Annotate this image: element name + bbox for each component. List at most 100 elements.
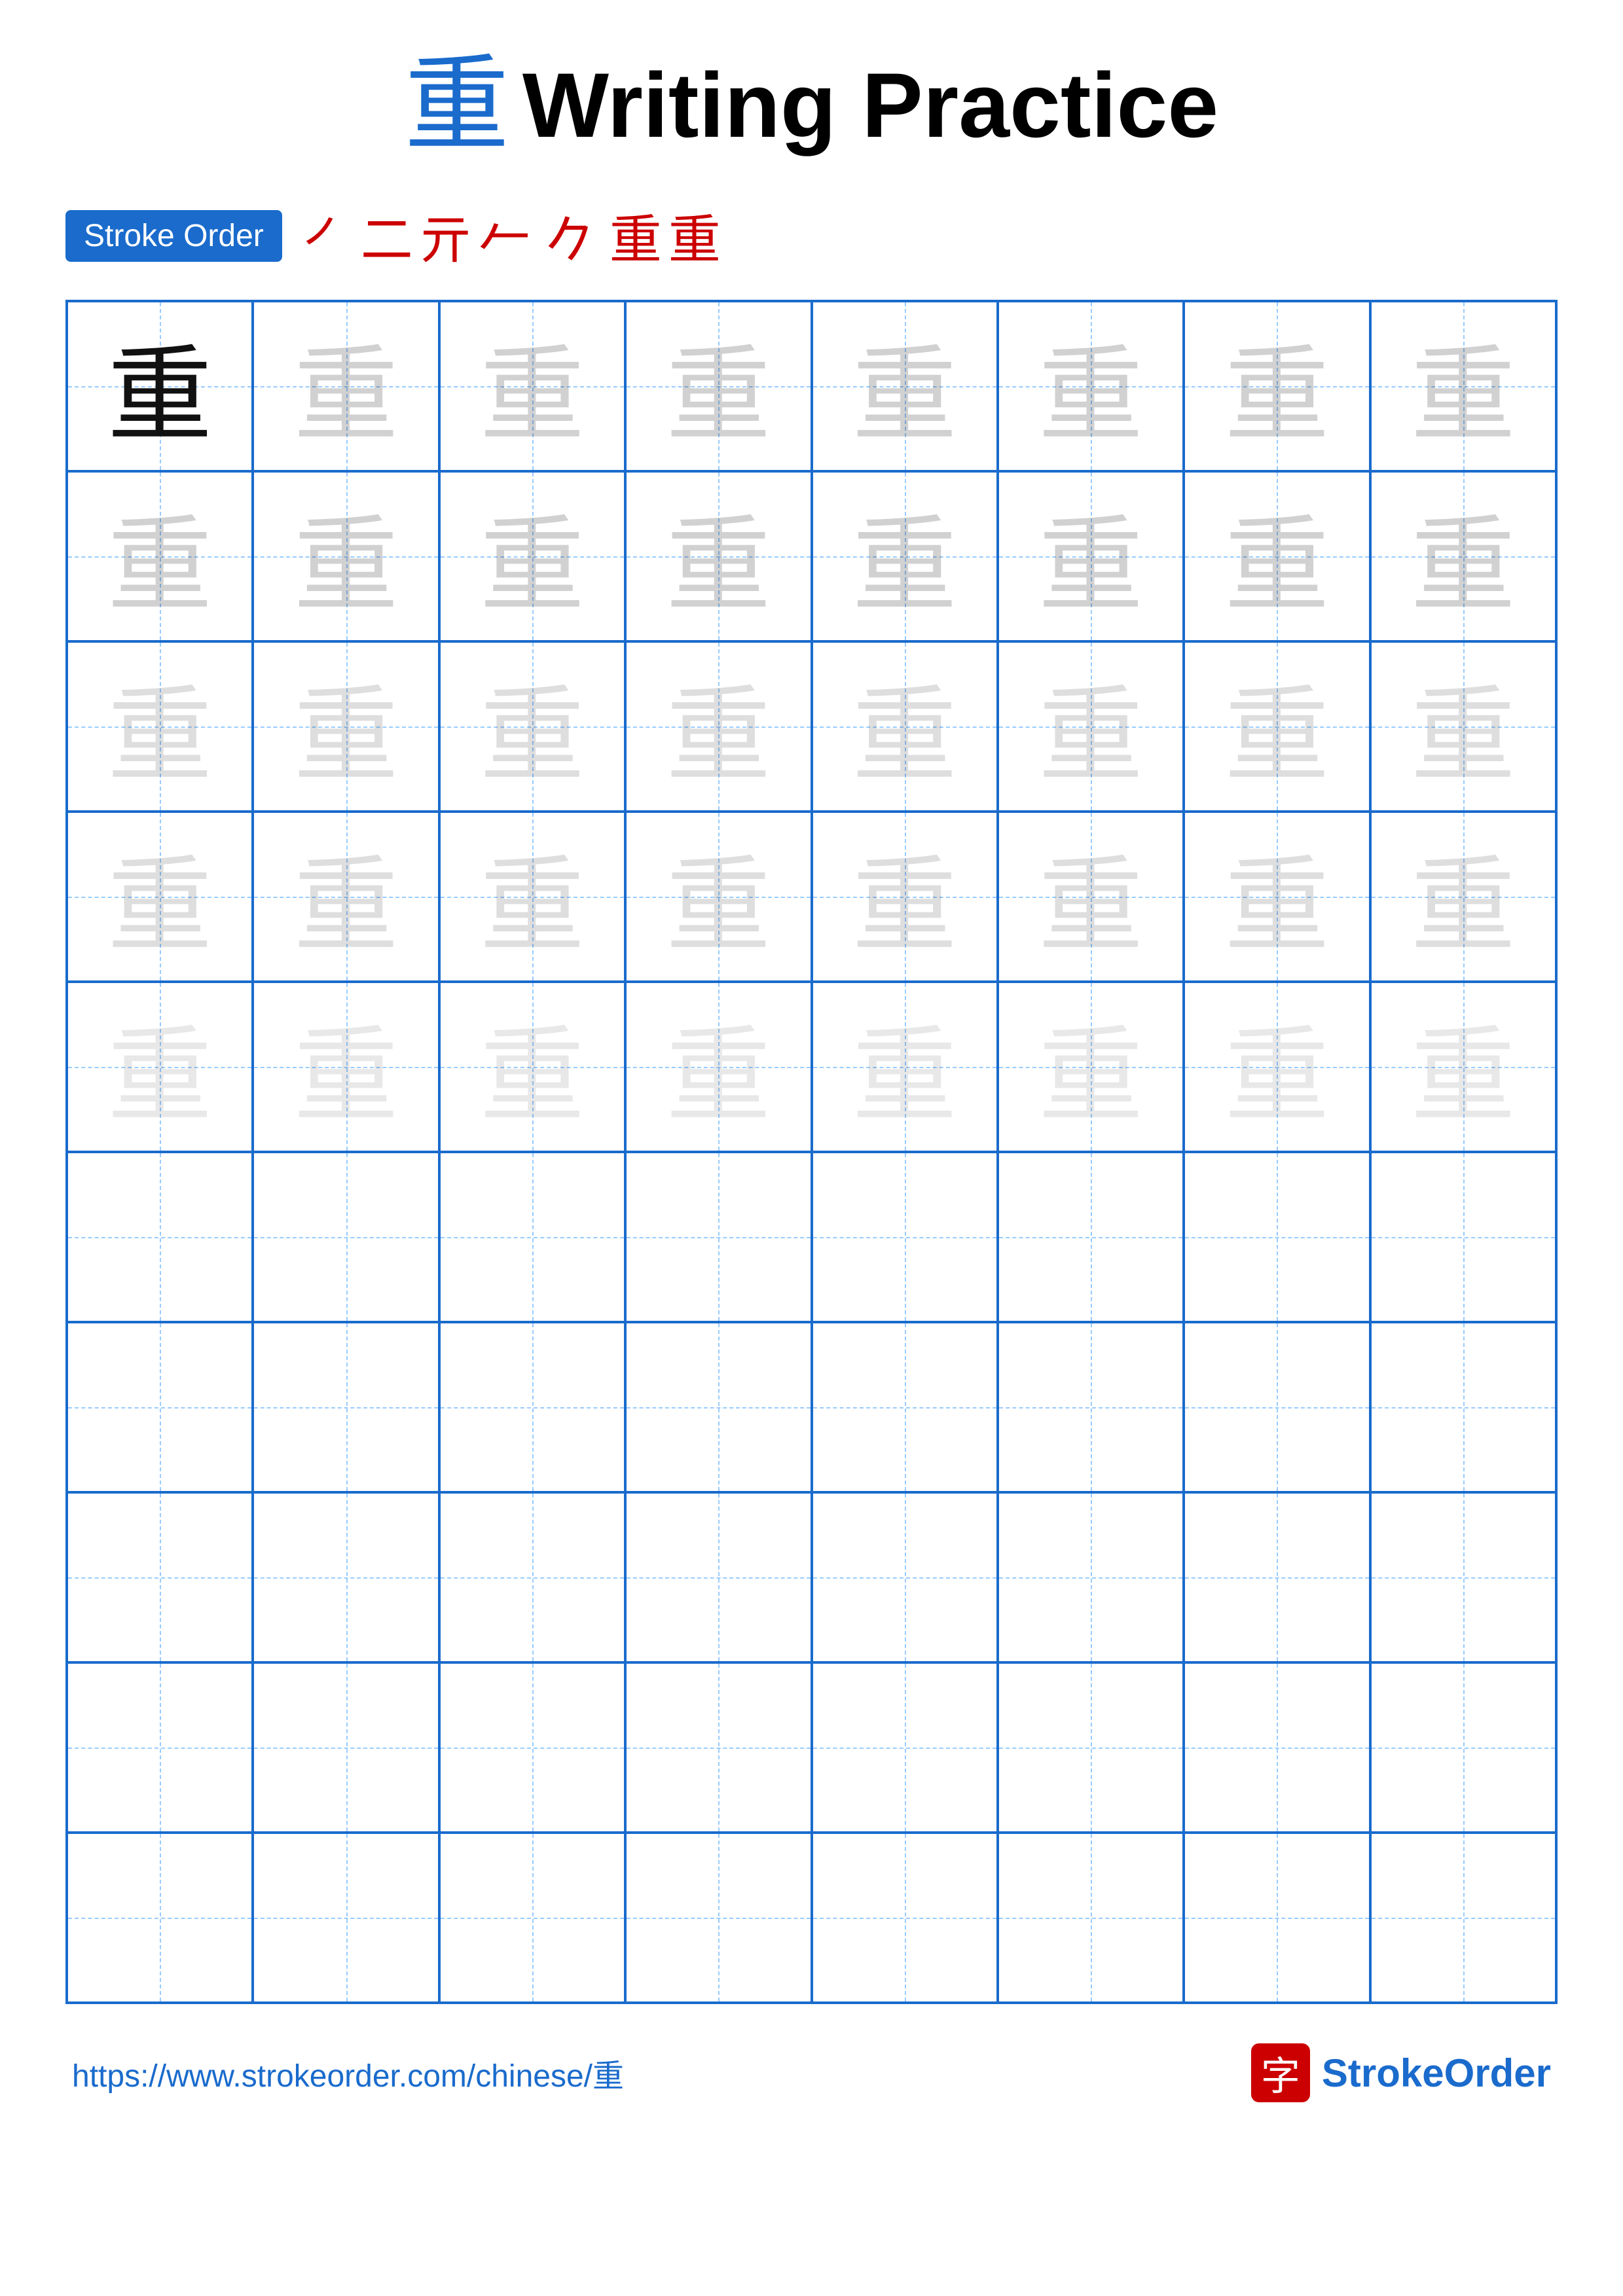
grid-cell-r7c8[interactable] (1370, 1322, 1556, 1492)
grid-cell-r4c4[interactable]: 重 (625, 812, 811, 982)
grid-cell-r4c2[interactable]: 重 (253, 812, 439, 982)
cell-char-r4c3: 重 (480, 821, 585, 973)
grid-cell-r2c4[interactable]: 重 (625, 471, 811, 641)
brand-icon: 字 (1251, 2043, 1310, 2102)
grid-cell-r2c6[interactable]: 重 (998, 471, 1184, 641)
grid-cell-r3c6[interactable]: 重 (998, 641, 1184, 812)
grid-cell-r1c5[interactable]: 重 (812, 301, 998, 471)
grid-cell-r3c8[interactable]: 重 (1370, 641, 1556, 812)
grid-cell-r4c1[interactable]: 重 (67, 812, 253, 982)
grid-cell-r6c1[interactable] (67, 1152, 253, 1322)
cell-char-r3c5: 重 (852, 651, 957, 802)
grid-cell-r7c4[interactable] (625, 1322, 811, 1492)
stroke-9: 重 (668, 198, 721, 274)
grid-cell-r7c1[interactable] (67, 1322, 253, 1492)
grid-cell-r10c4[interactable] (625, 1833, 811, 2003)
cell-char-r3c4: 重 (666, 651, 771, 802)
grid-cell-r9c6[interactable] (998, 1662, 1184, 1833)
grid-cell-r5c6[interactable]: 重 (998, 982, 1184, 1152)
grid-cell-r9c4[interactable] (625, 1662, 811, 1833)
grid-cell-r6c3[interactable] (439, 1152, 625, 1322)
grid-cell-r6c5[interactable] (812, 1152, 998, 1322)
grid-cell-r9c3[interactable] (439, 1662, 625, 1833)
cell-char-r1c8: 重 (1411, 310, 1516, 462)
grid-cell-r5c2[interactable]: 重 (253, 982, 439, 1152)
grid-cell-r7c6[interactable] (998, 1322, 1184, 1492)
grid-cell-r10c5[interactable] (812, 1833, 998, 2003)
grid-cell-r7c3[interactable] (439, 1322, 625, 1492)
grid-cell-r9c1[interactable] (67, 1662, 253, 1833)
grid-cell-r6c4[interactable] (625, 1152, 811, 1322)
grid-cell-r4c6[interactable]: 重 (998, 812, 1184, 982)
grid-cell-r9c5[interactable] (812, 1662, 998, 1833)
grid-cell-r1c1[interactable]: 重 (67, 301, 253, 471)
cell-char-r2c4: 重 (666, 480, 771, 632)
grid-cell-r6c6[interactable] (998, 1152, 1184, 1322)
grid-cell-r4c8[interactable]: 重 (1370, 812, 1556, 982)
cell-char-r1c4: 重 (666, 310, 771, 462)
grid-cell-r5c1[interactable]: 重 (67, 982, 253, 1152)
grid-cell-r10c8[interactable] (1370, 1833, 1556, 2003)
footer-url[interactable]: https://www.strokeorder.com/chinese/重 (72, 2050, 624, 2096)
grid-cell-r1c6[interactable]: 重 (998, 301, 1184, 471)
grid-cell-r5c4[interactable]: 重 (625, 982, 811, 1152)
grid-cell-r3c7[interactable]: 重 (1184, 641, 1370, 812)
grid-cell-r4c3[interactable]: 重 (439, 812, 625, 982)
cell-char-r2c7: 重 (1224, 480, 1329, 632)
grid-cell-r5c7[interactable]: 重 (1184, 982, 1370, 1152)
grid-cell-r8c4[interactable] (625, 1492, 811, 1662)
grid-cell-r3c1[interactable]: 重 (67, 641, 253, 812)
grid-cell-r3c2[interactable]: 重 (253, 641, 439, 812)
grid-cell-r2c3[interactable]: 重 (439, 471, 625, 641)
stroke-1: ㇒ (302, 198, 354, 274)
grid-cell-r2c5[interactable]: 重 (812, 471, 998, 641)
grid-cell-r8c6[interactable] (998, 1492, 1184, 1662)
grid-cell-r5c5[interactable]: 重 (812, 982, 998, 1152)
grid-cell-r6c7[interactable] (1184, 1152, 1370, 1322)
cell-char-r5c1: 重 (107, 991, 212, 1143)
grid-cell-r10c3[interactable] (439, 1833, 625, 2003)
stroke-2: 二 (361, 198, 413, 274)
grid-cell-r9c7[interactable] (1184, 1662, 1370, 1833)
grid-cell-r3c4[interactable]: 重 (625, 641, 811, 812)
grid-cell-r2c1[interactable]: 重 (67, 471, 253, 641)
grid-cell-r1c4[interactable]: 重 (625, 301, 811, 471)
grid-cell-r6c2[interactable] (253, 1152, 439, 1322)
stroke-8: 重 (610, 198, 662, 274)
grid-cell-r4c7[interactable]: 重 (1184, 812, 1370, 982)
grid-cell-r3c3[interactable]: 重 (439, 641, 625, 812)
grid-cell-r7c2[interactable] (253, 1322, 439, 1492)
cell-char-r2c5: 重 (852, 480, 957, 632)
grid-cell-r9c2[interactable] (253, 1662, 439, 1833)
grid-cell-r2c7[interactable]: 重 (1184, 471, 1370, 641)
title-row: 重 Writing Practice (405, 52, 1218, 158)
grid-cell-r6c8[interactable] (1370, 1152, 1556, 1322)
grid-cell-r5c8[interactable]: 重 (1370, 982, 1556, 1152)
grid-cell-r8c3[interactable] (439, 1492, 625, 1662)
grid-cell-r8c2[interactable] (253, 1492, 439, 1662)
grid-cell-r8c1[interactable] (67, 1492, 253, 1662)
grid-cell-r2c2[interactable]: 重 (253, 471, 439, 641)
grid-cell-r10c1[interactable] (67, 1833, 253, 2003)
grid-cell-r8c5[interactable] (812, 1492, 998, 1662)
grid-cell-r2c8[interactable]: 重 (1370, 471, 1556, 641)
grid-cell-r9c8[interactable] (1370, 1662, 1556, 1833)
grid-cell-r3c5[interactable]: 重 (812, 641, 998, 812)
grid-cell-r5c3[interactable]: 重 (439, 982, 625, 1152)
grid-cell-r7c5[interactable] (812, 1322, 998, 1492)
grid-cell-r1c8[interactable]: 重 (1370, 301, 1556, 471)
cell-char-r5c4: 重 (666, 991, 771, 1143)
grid-cell-r4c5[interactable]: 重 (812, 812, 998, 982)
grid-cell-r1c2[interactable]: 重 (253, 301, 439, 471)
grid-cell-r10c6[interactable] (998, 1833, 1184, 2003)
cell-char-r1c5: 重 (852, 310, 957, 462)
grid-cell-r1c3[interactable]: 重 (439, 301, 625, 471)
grid-cell-r1c7[interactable]: 重 (1184, 301, 1370, 471)
grid-cell-r10c2[interactable] (253, 1833, 439, 2003)
grid-cell-r10c7[interactable] (1184, 1833, 1370, 2003)
cell-char-r5c5: 重 (852, 991, 957, 1143)
grid-cell-r7c7[interactable] (1184, 1322, 1370, 1492)
cell-char-r2c3: 重 (480, 480, 585, 632)
grid-cell-r8c7[interactable] (1184, 1492, 1370, 1662)
grid-cell-r8c8[interactable] (1370, 1492, 1556, 1662)
